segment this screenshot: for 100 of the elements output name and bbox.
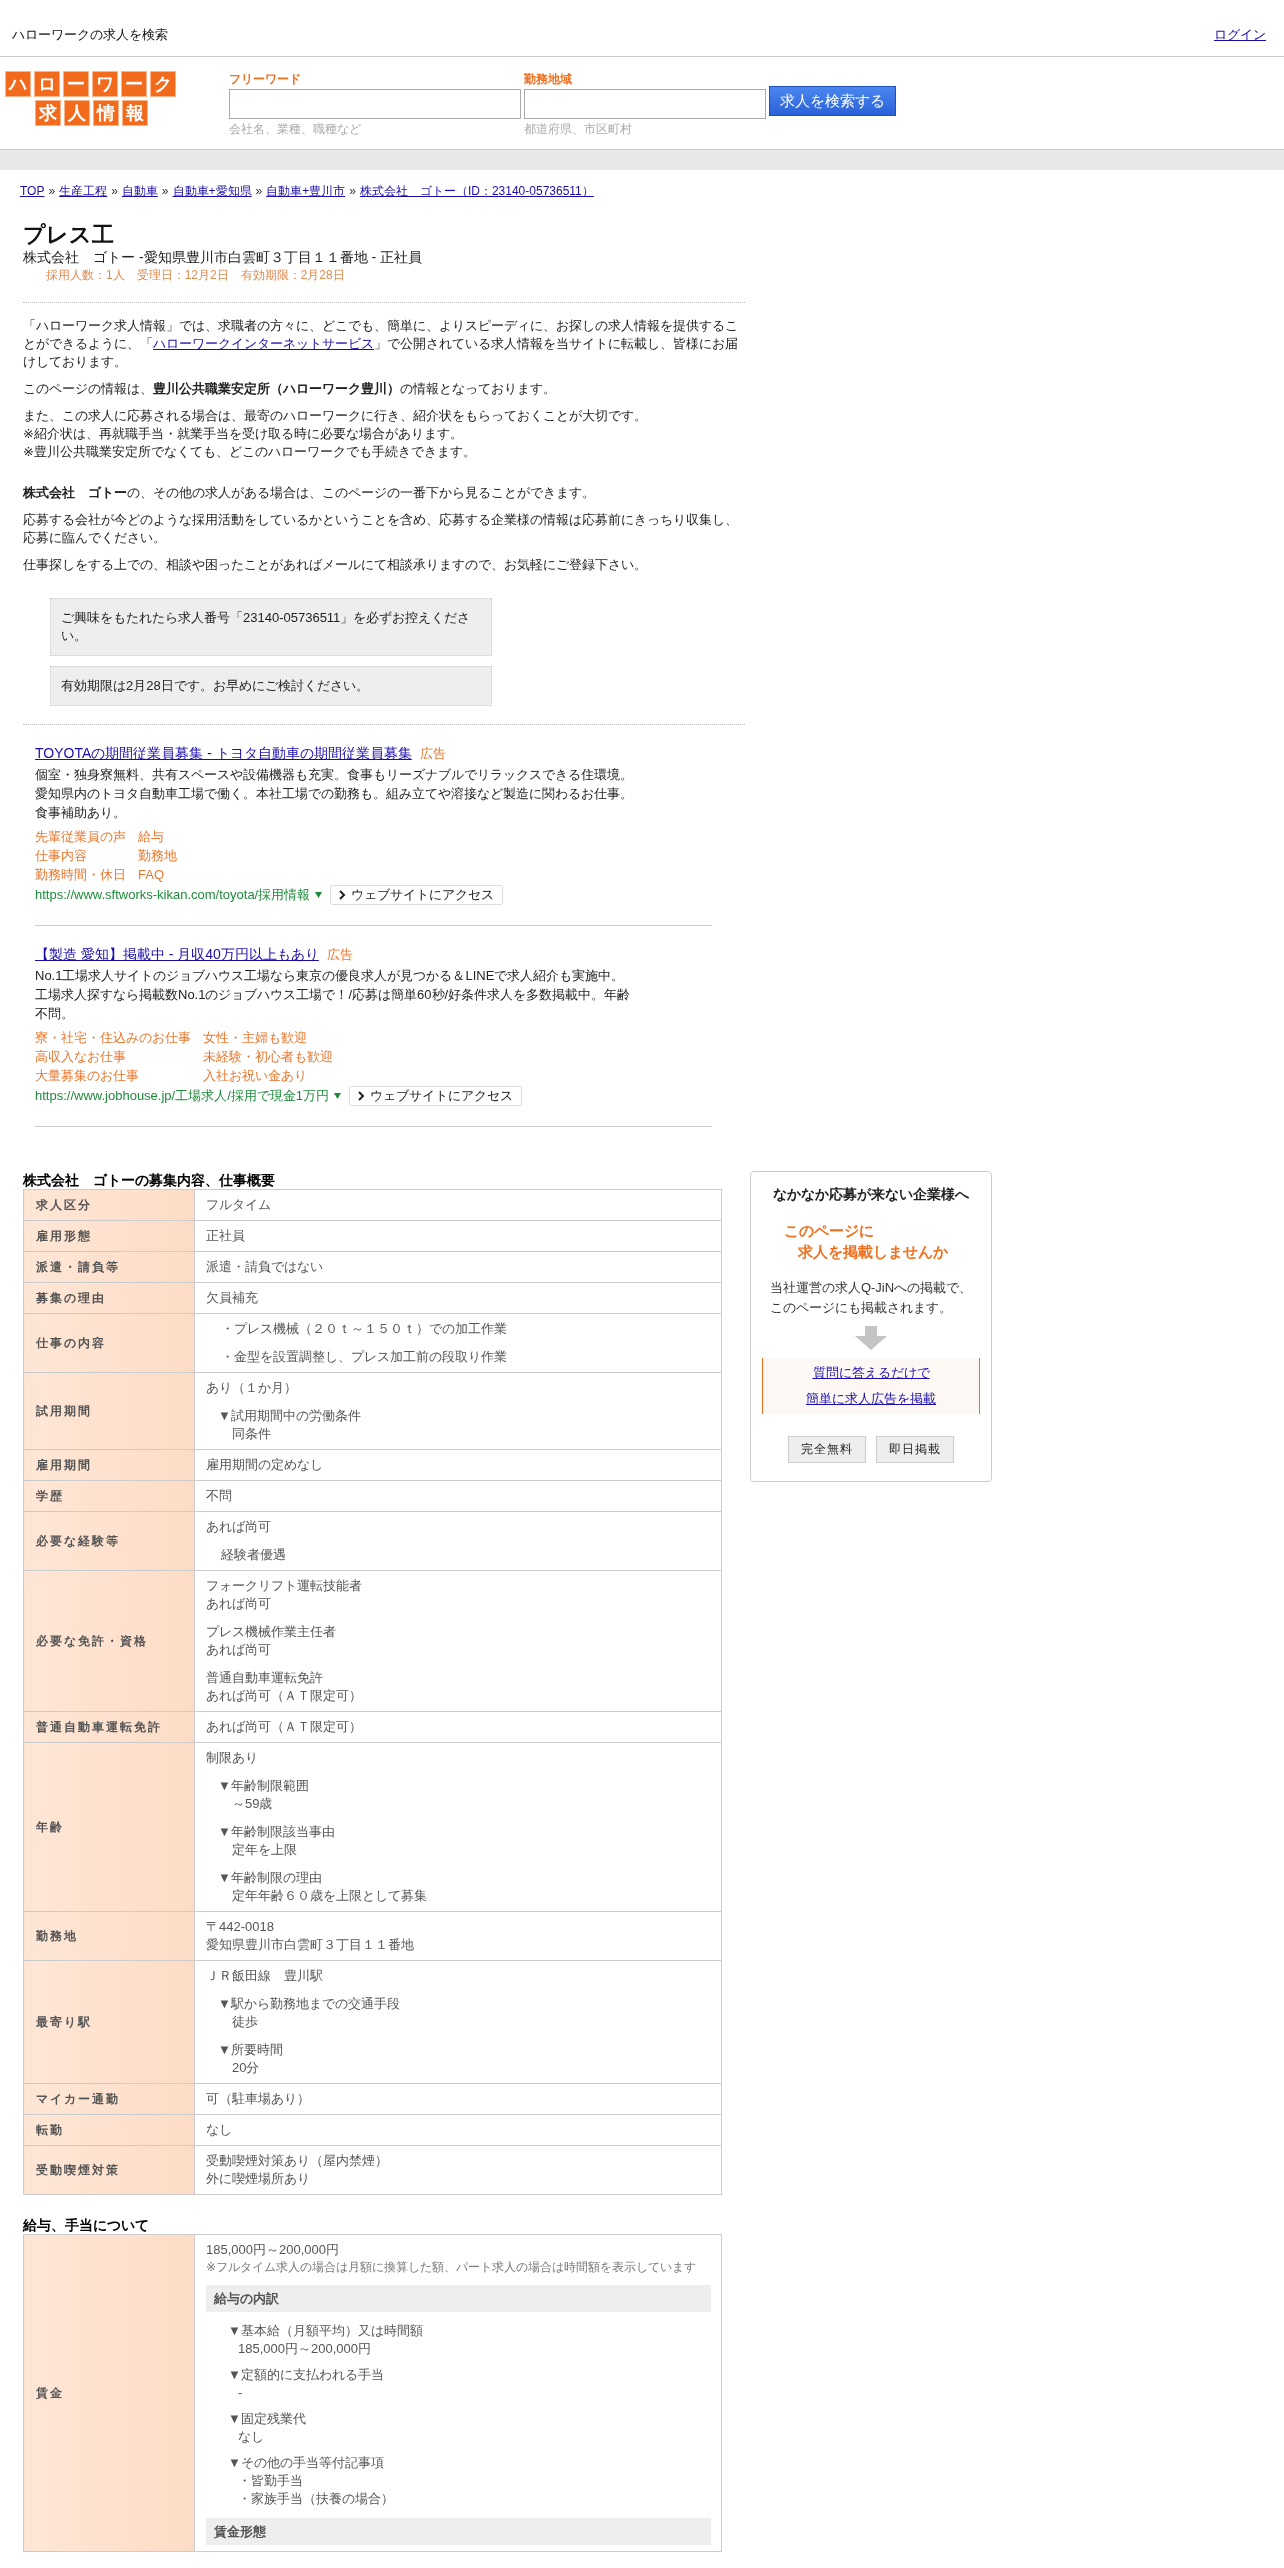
cell-text: あれば尚可（ＡＴ限定可） [206,1687,363,1705]
table-header-cell: 雇用期間 [23,1449,195,1481]
cell-subheading: ▼年齢制限の理由 [218,1869,323,1887]
table-header-cell: 普通自動車運転免許 [23,1711,195,1743]
chevron-icon [358,1091,366,1101]
search-field[interactable] [524,89,766,119]
cell-text: あり（１か月） [206,1379,298,1397]
cell-subheading: ▼その他の手当等付記事項 [228,2454,385,2472]
cell-text: ＪＲ飯田線 豊川駅 [206,1967,324,1985]
notice-box: 有効期限は2月28日です。お早めにご検討ください。 [50,666,492,706]
breadcrumb-link[interactable]: 自動車+愛知県 [172,184,252,198]
chevron-icon [339,890,347,900]
breadcrumb-separator: » [48,184,56,198]
table-header-cell: 必要な免許・資格 [23,1570,195,1712]
logo-tile: 求 [35,100,61,126]
job-subtitle: 株式会社 ゴトー -愛知県豊川市白雲町３丁目１１番地 - 正社員 [23,248,423,266]
logo-tile: ー [121,71,147,97]
cell-subheading: ▼固定残業代 [228,2410,307,2428]
cell-heading: 給与の内訳 [206,2285,711,2312]
login-link[interactable]: ログイン [1214,25,1266,44]
ad-url-link[interactable]: https://www.sftworks-kikan.com/toyota/採用情報 [35,886,311,904]
cell-text: ・金型を設置調整し、プレス加工前の段取り作業 [221,1348,508,1366]
table-header-cell: 仕事の内容 [23,1313,195,1373]
ad-sitelink[interactable]: 給与 [138,827,177,846]
breadcrumb-link[interactable]: 自動車 [121,184,158,198]
cell-text: ・プレス機械（２０ｔ～１５０ｔ）での加工作業 [221,1320,508,1338]
cell-subheading: ▼定額的に支払われる手当 [228,2366,385,2384]
ad-description: 個室・独身寮無料、共有スペースや設備機器も充実。食事もリーズナブルでリラックスできる住環境。愛知県内のトヨタ自動車工場で働く。本社工場での勤務も。組み立てや溶接など製造に関わるお仕事。食事補助あり。 [35,766,634,822]
cell-text: あれば尚可 [206,1518,272,1536]
note-paragraph: 仕事探しをする上での、相談や困ったことがあればメールにて相談承りますので、お気軽にご登録下さい。 [23,556,648,574]
notice-box: ご興味をもたれたら求人番号「23140-05736511」を必ずお控えください。 [50,598,492,656]
breadcrumb-separator: » [255,184,263,198]
cell-text: あれば尚可 [206,1641,272,1659]
cell-text: 欠員補充 [206,1289,259,1307]
promo-tag: 完全無料 [788,1436,866,1463]
table-header-cell: 受動喫煙対策 [23,2145,195,2195]
ad-title-link[interactable]: 【製造 愛知】掲載中 - 月収40万円以上もあり [35,946,319,962]
note-paragraph: 応募する会社が今どのような採用活動をしているかということを含め、応募する企業様の情報は応募前にきっちり収集し、応募に臨んでください。 [23,511,739,547]
cell-text: フォークリフト運転技能者 [206,1577,363,1595]
ad-sitelink[interactable]: 先輩従業員の声 [35,827,126,846]
intro-paragraph: 「ハローワーク求人情報」では、求職者の方々に、どこでも、簡単に、よりスピーディに、お探しの求人情報を提供することができるように、「ハローワークインターネットサービス」で公開されている求人情報を当サイトに転載し、皆様にお届けしております。 [23,317,739,371]
job-title: プレス工 [23,222,115,248]
ad-sitelink[interactable]: 勤務地 [138,846,177,865]
cell-text: ・家族手当（扶養の場合） [237,2490,395,2508]
service-link[interactable]: ハローワークインターネットサービス [153,336,374,351]
breadcrumb-link[interactable]: 生産工程 [59,184,108,198]
cell-text: 不問 [206,1487,233,1505]
cell-text: 普通自動車運転免許 [206,1669,324,1687]
visit-site-button[interactable]: ウェブサイトにアクセス [349,1086,523,1106]
cell-text: ～59歳 [231,1795,274,1813]
ad-sitelink[interactable]: 高収入なお仕事 [35,1047,191,1066]
ad-sitelink[interactable]: FAQ [138,865,177,884]
cell-note: ※フルタイム求人の場合は月額に換算した額、パート求人の場合は時間額を表示しています [206,2259,698,2275]
promo-link[interactable]: 質問に答えるだけで [812,1364,930,1382]
promo-catchphrase: 求人を掲載しませんか [796,1242,948,1262]
ad-sitelink[interactable]: 入社お祝い金あり [203,1066,333,1085]
promo-description: 当社運営の求人Q-JiNへの掲載で、 このページにも掲載されます。 [769,1279,973,1317]
ad-sitelink[interactable]: 仕事内容 [35,846,126,865]
table-header-cell: 試用期間 [23,1372,195,1450]
field-hint: 都道府県、市区町村 [524,121,633,138]
field-label: 勤務地域 [524,71,573,88]
ad-sitelink[interactable]: 女性・主婦も歓迎 [203,1028,333,1047]
ad-sitelink[interactable]: 大量募集のお仕事 [35,1066,191,1085]
cell-text: 愛知県豊川市白雲町３丁目１１番地 [206,1936,415,1954]
ad-title-link[interactable]: TOYOTAの期間従業員募集 - トヨタ自動車の期間従業員募集 [35,745,412,761]
cell-text: 経験者優遇 [221,1546,287,1564]
ad-sitelink[interactable]: 寮・社宅・住込みのお仕事 [35,1028,191,1047]
cell-text: ・皆勤手当 [237,2472,304,2490]
promo-link[interactable]: 簡単に求人広告を掲載 [806,1390,936,1408]
table-header-cell: マイカー通勤 [23,2083,195,2115]
job-meta: 採用人数：1人 受理日：12月2日 有効期限：2月28日 [45,267,346,284]
cell-text: 185,000円～200,000円 [206,2241,340,2259]
cell-text: 正社員 [206,1227,246,1245]
breadcrumb-link[interactable]: TOP [20,184,45,198]
logo-tile: ク [150,71,176,97]
cell-text: 雇用期間の定めなし [206,1456,324,1474]
site-title: ハローワークの求人を検索 [12,25,168,44]
search-button[interactable]: 求人を検索する [769,86,896,116]
breadcrumb-link[interactable]: 自動車+豊川市 [266,184,346,198]
search-field[interactable] [229,89,521,119]
note-paragraph: 株式会社 ゴトーの、その他の求人がある場合は、このページの一番下から見ることができます。 [23,484,596,502]
table-header-cell: 年齢 [23,1742,195,1912]
cell-text: あれば尚可 [206,1595,272,1613]
ad-sitelink[interactable]: 勤務時間・休日 [35,865,126,884]
caret-icon[interactable] [334,1093,342,1099]
cell-text: 185,000円～200,000円 [237,2340,372,2358]
cell-text: なし [206,2121,233,2139]
ad-sitelink[interactable]: 未経験・初心者も歓迎 [203,1047,333,1066]
cell-text: - [237,2384,244,2402]
cell-text: 定年を上限 [231,1841,298,1859]
breadcrumb-separator: » [111,184,118,198]
caret-icon[interactable] [315,892,323,898]
breadcrumb-link[interactable]: 株式会社 ゴトー（ID：23140-05736511） [359,184,594,198]
ad-url-link[interactable]: https://www.jobhouse.jp/工場求人/採用で現金1万円 [35,1087,330,1105]
logo-tile: 情 [93,100,119,126]
visit-site-button[interactable]: ウェブサイトにアクセス [330,885,504,905]
cell-subheading: ▼基本給（月額平均）又は時間額 [228,2322,424,2340]
cell-subheading: ▼年齢制限範囲 [218,1777,310,1795]
breadcrumb-separator: » [349,184,356,198]
cell-heading: 賃金形態 [206,2518,711,2545]
